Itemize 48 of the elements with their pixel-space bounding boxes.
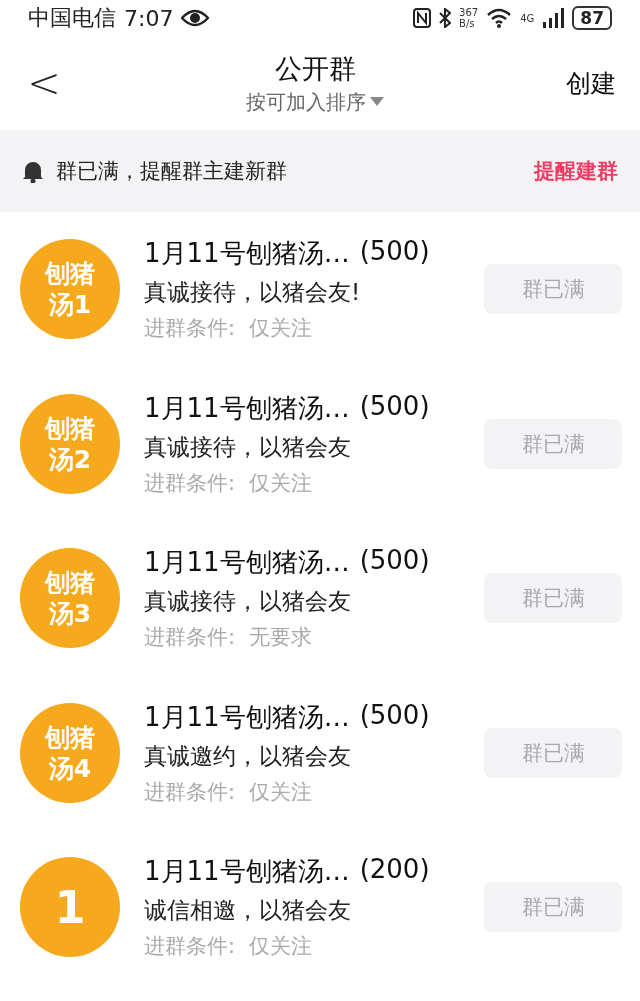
condition-label: 进群条件:: [144, 933, 236, 961]
page-title: 公开群: [274, 51, 356, 86]
condition-value: 无要求: [249, 624, 313, 652]
notice-text: 群已满，提醒群主建新群: [56, 158, 288, 185]
group-name: 1月11号刨猪汤…: [144, 391, 350, 425]
group-description: 真诚接待，以猪会友: [144, 432, 352, 462]
group-avatar: 1: [20, 857, 120, 958]
group-description: 真诚邀约，以猪会友: [144, 741, 352, 771]
group-avatar: 刨猪 汤4: [20, 702, 120, 803]
group-name: 1月11号刨猪汤…: [144, 855, 350, 889]
eye-icon: [181, 9, 210, 27]
create-button[interactable]: 创建: [566, 66, 616, 100]
group-avatar: 刨猪 汤1: [20, 239, 120, 340]
condition-label: 进群条件:: [144, 624, 236, 652]
condition-value: 仅关注: [249, 933, 313, 961]
condition-label: 进群条件:: [144, 778, 236, 806]
member-count: (500): [359, 390, 430, 423]
back-button[interactable]: <: [24, 60, 64, 106]
bell-icon: [22, 159, 44, 183]
network-speed: 367 B/s: [459, 7, 479, 29]
group-description: 真诚接待，以猪会友!: [144, 278, 362, 308]
group-name: 1月11号刨猪汤…: [144, 237, 350, 271]
wifi-icon: [486, 8, 513, 28]
caret-icon: [370, 97, 384, 107]
bluetooth-icon: [439, 8, 452, 28]
member-count: (200): [359, 854, 430, 887]
group-avatar: 刨猪 汤2: [20, 393, 120, 494]
clock-time: 7:07: [124, 5, 174, 31]
carrier-name: 中国电信: [28, 4, 116, 32]
member-count: (500): [359, 236, 430, 269]
sort-dropdown[interactable]: 按可加入排序: [246, 88, 384, 116]
member-count: (500): [359, 699, 430, 732]
group-avatar: 刨猪 汤3: [20, 548, 120, 649]
condition-label: 进群条件:: [144, 469, 236, 497]
condition-value: 仅关注: [249, 778, 313, 806]
remind-link[interactable]: 提醒建群: [534, 157, 618, 185]
group-name: 1月11号刨猪汤…: [144, 700, 350, 734]
group-description: 真诚接待，以猪会友: [144, 587, 352, 617]
battery-level: 87: [572, 6, 612, 30]
network-type: 4G: [520, 12, 535, 24]
group-description: 诚信相邀，以猪会友: [144, 896, 352, 926]
condition-value: 仅关注: [249, 469, 313, 497]
group-name: 1月11号刨猪汤…: [144, 546, 350, 580]
nfc-icon: [413, 8, 432, 28]
signal-icon: [542, 8, 565, 28]
condition-label: 进群条件:: [144, 315, 236, 343]
condition-value: 仅关注: [249, 315, 313, 343]
member-count: (500): [359, 545, 430, 578]
